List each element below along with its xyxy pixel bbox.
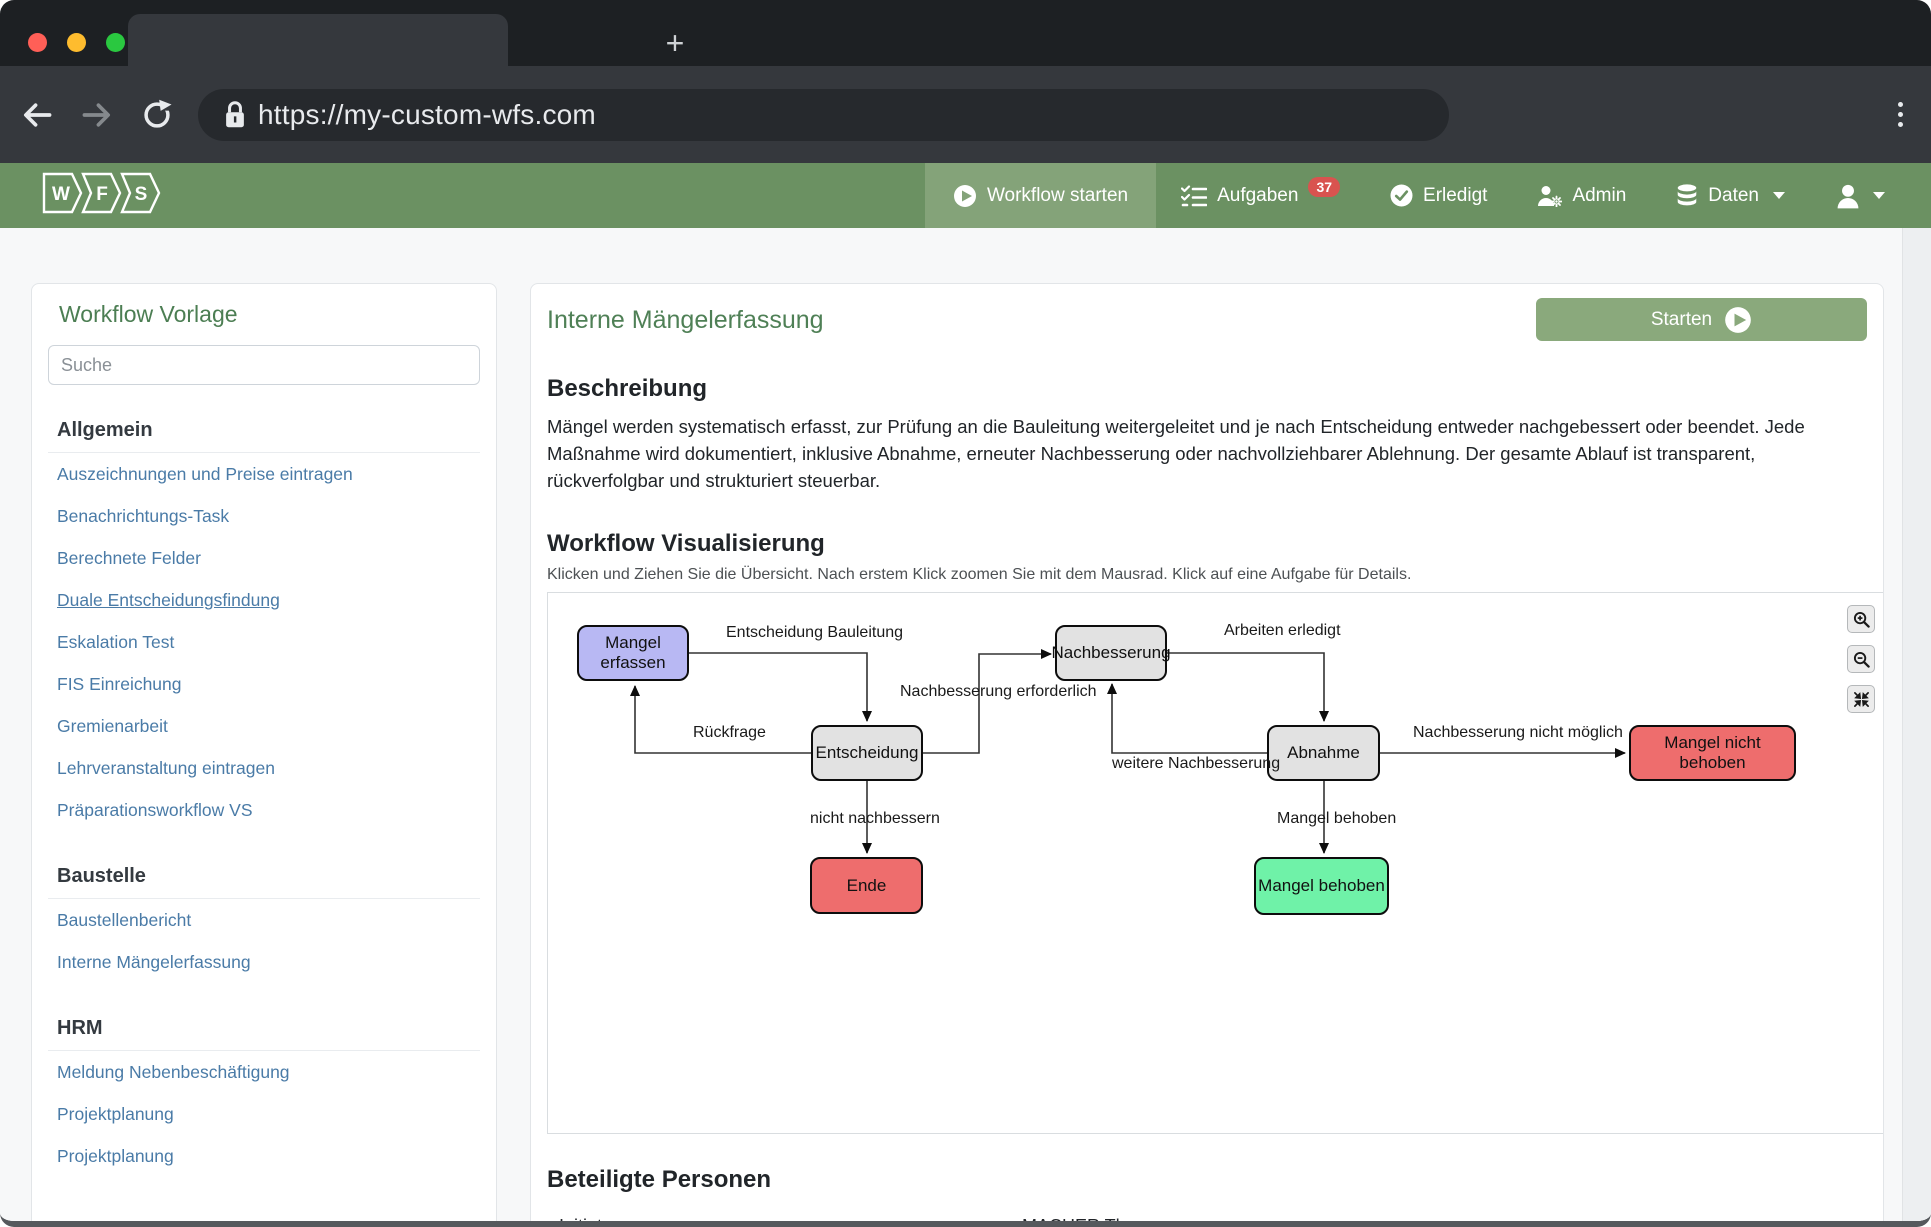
page-scrollbar[interactable] <box>1902 228 1931 1221</box>
workflow-edges <box>548 593 1884 1135</box>
edge-label: Arbeiten erledigt <box>1224 622 1341 640</box>
nav-item-daten[interactable]: Daten <box>1676 184 1785 208</box>
sidebar-item[interactable]: Meldung Nebenbeschäftigung <box>48 1051 480 1093</box>
svg-text:W: W <box>52 184 70 205</box>
sidebar-item[interactable]: Berechnete Felder <box>48 537 480 579</box>
aufgaben-count-badge: 37 <box>1308 177 1340 197</box>
browser-window: + https://my-custom-w <box>0 0 1931 1227</box>
workflow-template-sidebar: Workflow Vorlage Allgemein Auszeichnunge… <box>31 283 497 1227</box>
edge-label: Nachbesserung nicht möglich <box>1413 724 1623 742</box>
visualization-heading: Workflow Visualisierung <box>547 530 1867 558</box>
fit-view-button[interactable] <box>1847 685 1875 713</box>
url-text: https://my-custom-wfs.com <box>258 99 596 131</box>
forward-button[interactable] <box>74 92 120 138</box>
edge-label: Mangel behoben <box>1277 810 1396 828</box>
workflow-node-nachbesserung[interactable]: Nachbesserung <box>1055 625 1167 681</box>
back-button[interactable] <box>14 92 60 138</box>
sidebar-item[interactable]: Baustellenbericht <box>48 899 480 941</box>
sidebar-item[interactable]: Präparationsworkflow VS <box>48 789 480 831</box>
maximize-window-button[interactable] <box>106 33 125 52</box>
browser-tab[interactable] <box>128 14 508 66</box>
page-title: Interne Mängelerfassung <box>547 306 824 335</box>
app-navbar: W F S Workflow starten <box>0 163 1931 228</box>
zoom-out-button[interactable] <box>1847 645 1875 673</box>
lock-icon <box>222 100 248 130</box>
back-arrow-icon <box>20 101 54 129</box>
workflow-node-abnahme[interactable]: Abnahme <box>1267 725 1380 781</box>
workflow-detail-panel: Interne Mängelerfassung Starten Beschrei… <box>530 283 1884 1227</box>
person-row: Initiator MACHER Thomas <box>547 1216 1867 1227</box>
zoom-out-icon <box>1853 651 1870 668</box>
edge-label: Nachbesserung erforderlich <box>900 683 1097 701</box>
sidebar-item-interne-maengelerfassung[interactable]: Interne Mängelerfassung <box>48 941 480 983</box>
sidebar-item[interactable]: Auszeichnungen und Preise eintragen <box>48 453 480 495</box>
sidebar-section-baustelle: Baustelle Baustellenbericht Interne Mäng… <box>48 865 480 983</box>
sidebar-section-hrm: HRM Meldung Nebenbeschäftigung Projektpl… <box>48 1017 480 1177</box>
workflow-node-entscheidung[interactable]: Entscheidung <box>811 725 923 781</box>
user-gear-icon <box>1537 185 1562 207</box>
workflow-node-mangel-behoben[interactable]: Mangel behoben <box>1254 857 1389 915</box>
sidebar-item[interactable]: Projektplanung <box>48 1135 480 1177</box>
person-role: Initiator <box>559 1216 1022 1227</box>
user-icon <box>1835 183 1861 209</box>
start-workflow-button[interactable]: Starten <box>1536 298 1867 341</box>
edge-label: weitere Nachbesserung <box>1112 755 1280 773</box>
sidebar-item[interactable]: FIS Einreichung <box>48 663 480 705</box>
play-circle-icon <box>953 184 977 208</box>
url-bar[interactable]: https://my-custom-wfs.com <box>198 89 1449 141</box>
sidebar-item[interactable]: Benachrichtungs-Task <box>48 495 480 537</box>
check-circle-icon <box>1390 184 1413 207</box>
svg-text:F: F <box>96 184 108 205</box>
nav-item-erledigt[interactable]: Erledigt <box>1390 184 1487 207</box>
sidebar-item[interactable]: Lehrveranstaltung eintragen <box>48 747 480 789</box>
window-controls <box>28 33 125 52</box>
checklist-icon <box>1181 185 1207 207</box>
person-name: MACHER Thomas <box>1022 1216 1867 1227</box>
workflow-node-ende[interactable]: Ende <box>810 857 923 914</box>
nav-item-workflow-starten[interactable]: Workflow starten <box>925 163 1156 228</box>
nav-item-admin[interactable]: Admin <box>1537 185 1626 207</box>
database-icon <box>1676 184 1698 208</box>
minimize-window-button[interactable] <box>67 33 86 52</box>
description-text: Mängel werden systematisch erfasst, zur … <box>547 413 1867 494</box>
svg-text:S: S <box>135 184 148 205</box>
zoom-in-icon <box>1853 611 1870 628</box>
browser-menu-button[interactable] <box>1898 102 1903 127</box>
sidebar-item[interactable]: Projektplanung <box>48 1093 480 1135</box>
workflow-diagram-canvas[interactable]: Mangel erfassen Entscheidung Nachbesseru… <box>547 592 1884 1134</box>
forward-arrow-icon <box>80 101 114 129</box>
nav-item-aufgaben[interactable]: Aufgaben 37 <box>1181 185 1340 207</box>
persons-heading: Beteiligte Personen <box>547 1166 1867 1194</box>
user-menu[interactable] <box>1835 183 1885 209</box>
sidebar-item[interactable]: Eskalation Test <box>48 621 480 663</box>
zoom-in-button[interactable] <box>1847 605 1875 633</box>
page-content: Workflow Vorlage Allgemein Auszeichnunge… <box>0 228 1931 1221</box>
workflow-node-mangel-erfassen[interactable]: Mangel erfassen <box>577 625 689 681</box>
search-input[interactable] <box>48 345 480 385</box>
description-heading: Beschreibung <box>547 375 1867 403</box>
new-tab-button[interactable]: + <box>660 30 690 60</box>
compress-icon <box>1853 691 1870 708</box>
reload-icon <box>141 99 173 131</box>
browser-toolbar: https://my-custom-wfs.com <box>0 66 1931 163</box>
sidebar-title: Workflow Vorlage <box>59 301 480 328</box>
edge-label: nicht nachbessern <box>810 810 940 828</box>
workflow-node-mangel-nicht-behoben[interactable]: Mangel nicht behoben <box>1629 725 1796 781</box>
reload-button[interactable] <box>134 92 180 138</box>
visualization-hint: Klicken und Ziehen Sie die Übersicht. Na… <box>547 566 1867 584</box>
chevron-down-icon <box>1873 192 1885 199</box>
play-circle-icon <box>1724 306 1752 334</box>
edge-label: Rückfrage <box>693 724 766 742</box>
close-window-button[interactable] <box>28 33 47 52</box>
chevron-down-icon <box>1773 192 1785 199</box>
sidebar-item[interactable]: Duale Entscheidungsfindung <box>48 579 480 621</box>
wfs-logo[interactable]: W F S <box>42 169 164 222</box>
browser-tabbar: + <box>0 0 1931 66</box>
edge-label: Entscheidung Bauleitung <box>726 624 903 642</box>
main-header: Interne Mängelerfassung Starten <box>547 298 1867 341</box>
sidebar-item[interactable]: Gremienarbeit <box>48 705 480 747</box>
sidebar-section-allgemein: Allgemein Auszeichnungen und Preise eint… <box>48 419 480 831</box>
